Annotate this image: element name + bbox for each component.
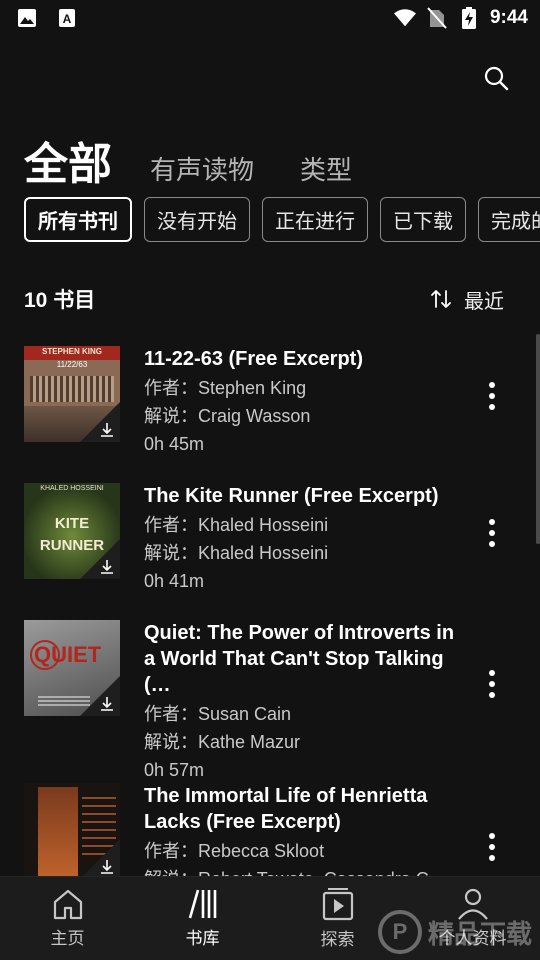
sort-icon — [431, 290, 451, 308]
book-title: Quiet: The Power of Introverts in a Worl… — [144, 622, 455, 696]
library-icon — [188, 889, 216, 919]
book-item[interactable]: KHALED HOSSEINI KITE RUNNER The Kite Run… — [24, 483, 540, 620]
more-options-button[interactable] — [480, 831, 504, 863]
filter-chips: 所有书刊 没有开始 正在进行 已下载 完成的 — [24, 197, 540, 242]
downloaded-icon — [101, 697, 113, 711]
book-duration: 0h 45m — [144, 434, 205, 454]
more-options-button[interactable] — [480, 517, 504, 549]
book-cover[interactable]: KHALED HOSSEINI KITE RUNNER — [24, 483, 120, 579]
no-sim-icon — [426, 7, 448, 29]
book-narrator: 解说：Craig Wasson — [144, 406, 311, 426]
nav-home[interactable]: 主页 — [0, 877, 135, 960]
nav-home-label: 主页 — [50, 929, 85, 948]
explore-play-icon — [322, 888, 353, 921]
book-author: 作者：Susan Cain — [144, 704, 292, 724]
book-narrator: 解说：Kathe Mazur — [144, 732, 301, 752]
book-narrator: 解说：Khaled Hosseini — [144, 543, 329, 563]
image-icon — [16, 7, 38, 29]
book-meta: 11-22-63 (Free Excerpt) 作者：Stephen King … — [144, 346, 456, 483]
book-author: 作者：Khaled Hosseini — [144, 515, 329, 535]
book-duration: 0h 41m — [144, 571, 205, 591]
filter-chip-downloaded[interactable]: 已下载 — [380, 197, 466, 242]
downloaded-icon — [101, 423, 113, 437]
status-bar: A 9:44 — [0, 0, 540, 36]
book-duration: 0h 57m — [144, 760, 205, 780]
book-cover[interactable] — [24, 783, 120, 879]
category-tabs: 全部 有声读物 类型 — [24, 128, 398, 192]
book-count: 10 书目 — [24, 289, 96, 312]
watermark-text: 精品下载 — [427, 918, 532, 949]
tab-all[interactable]: 全部 — [24, 128, 112, 192]
watermark-logo-icon: P — [377, 910, 422, 954]
book-title: The Kite Runner (Free Excerpt) — [144, 485, 439, 507]
cover-text: STEPHEN KING — [41, 347, 102, 356]
wifi-icon — [393, 7, 416, 29]
book-cover[interactable]: QUIET — [24, 620, 120, 716]
status-time: 9:44 — [489, 7, 528, 28]
list-header: 10 书目 最近 — [24, 284, 504, 314]
filter-chip-not-started[interactable]: 没有开始 — [144, 197, 250, 242]
watermark: P 精品下载 — [377, 910, 532, 954]
more-options-button[interactable] — [480, 380, 504, 412]
book-item[interactable]: STEPHEN KING 11/22/63 11-22-63 (Free Exc… — [24, 346, 540, 483]
search-icon — [484, 66, 509, 91]
nav-explore-label: 探索 — [320, 930, 355, 949]
book-meta: Quiet: The Power of Introverts in a Worl… — [144, 620, 456, 783]
downloaded-icon — [101, 860, 113, 874]
search-button[interactable] — [480, 62, 512, 94]
book-title: The Immortal Life of Henrietta Lacks (Fr… — [144, 785, 428, 833]
tab-genres[interactable]: 类型 — [300, 150, 352, 187]
filter-chip-finished[interactable]: 完成的 — [478, 197, 540, 242]
cover-text: KHALED HOSSEINI — [40, 485, 104, 492]
battery-charging-icon — [458, 7, 480, 29]
svg-text:A: A — [63, 12, 72, 26]
sort-label: 最近 — [464, 290, 504, 313]
cover-subtext: 11/22/63 — [56, 360, 88, 369]
text-a-icon: A — [56, 7, 78, 29]
book-title: 11-22-63 (Free Excerpt) — [144, 348, 364, 370]
book-list: STEPHEN KING 11/22/63 11-22-63 (Free Exc… — [24, 346, 540, 946]
nav-library-label: 书库 — [185, 929, 220, 948]
downloaded-icon — [101, 560, 113, 574]
filter-chip-in-progress[interactable]: 正在进行 — [262, 197, 368, 242]
nav-library[interactable]: 书库 — [135, 877, 270, 960]
book-author: 作者：Rebecca Skloot — [144, 841, 325, 861]
book-meta: The Kite Runner (Free Excerpt) 作者：Khaled… — [144, 483, 456, 620]
tab-audiobooks[interactable]: 有声读物 — [150, 150, 254, 187]
book-cover[interactable]: STEPHEN KING 11/22/63 — [24, 346, 120, 442]
filter-chip-all[interactable]: 所有书刊 — [24, 197, 132, 242]
home-icon — [53, 889, 82, 920]
book-item[interactable]: QUIET Quiet: The Power of Introverts in … — [24, 620, 540, 783]
more-options-button[interactable] — [480, 668, 504, 700]
sort-button[interactable]: 最近 — [430, 285, 504, 314]
book-author: 作者：Stephen King — [144, 378, 307, 398]
